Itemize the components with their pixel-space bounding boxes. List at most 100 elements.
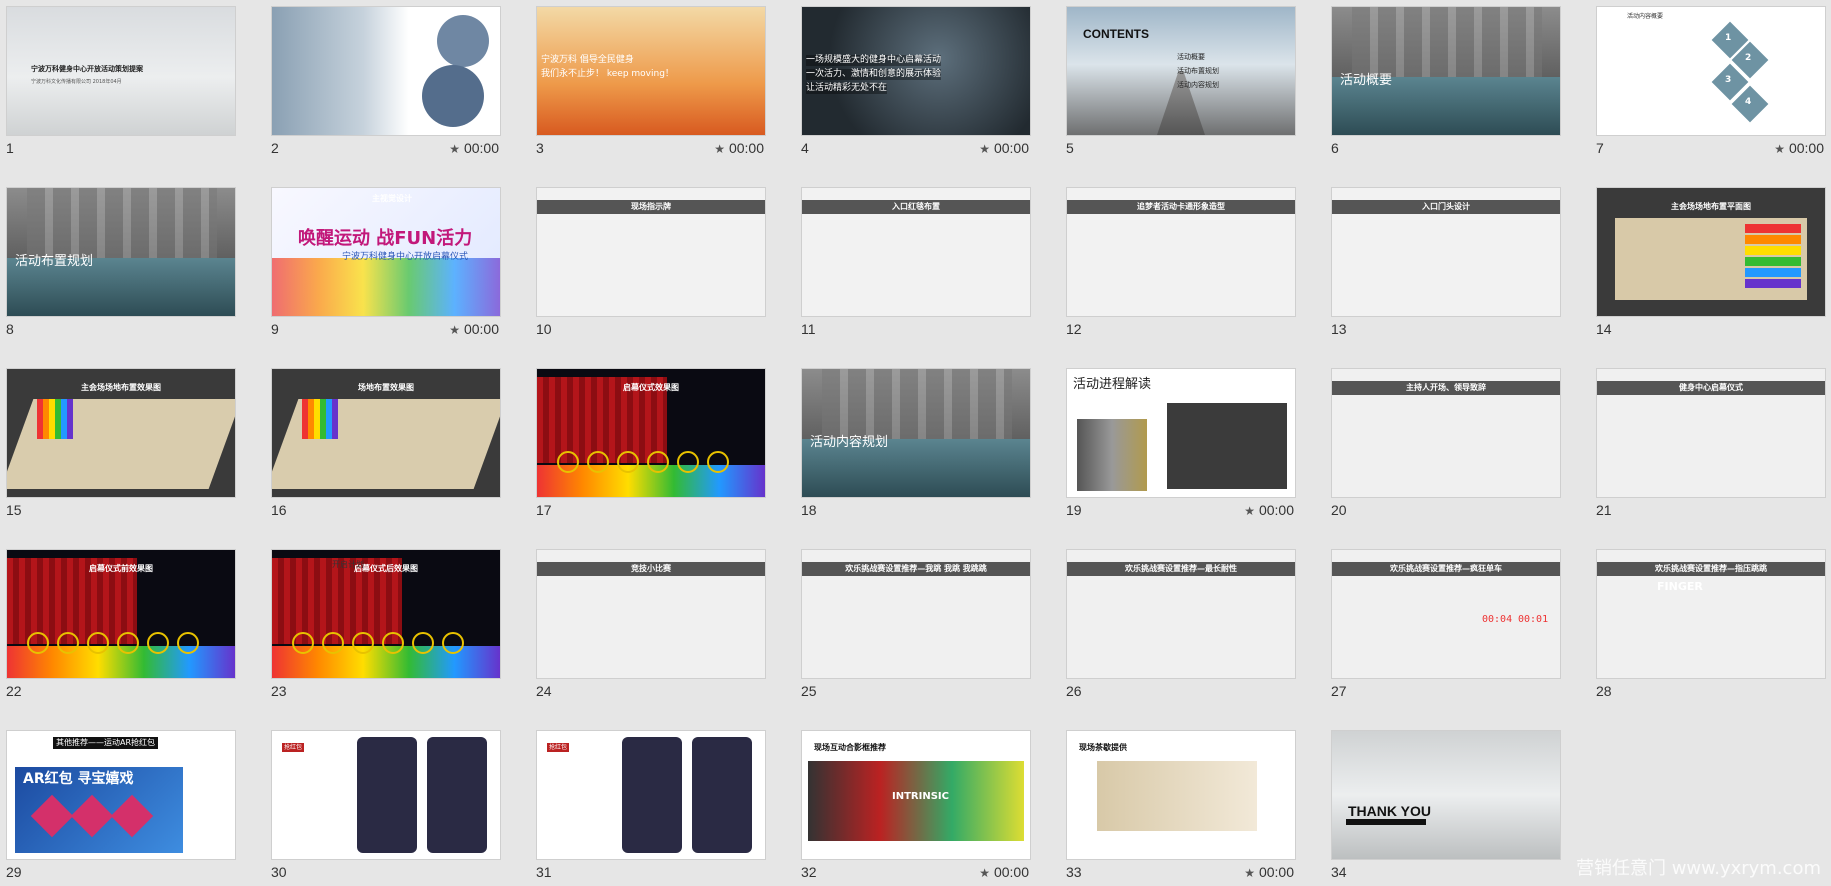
slide-title: CONTENTS [1083, 27, 1149, 41]
slide-preview[interactable] [271, 6, 501, 136]
slide-title: 活动内容规划 [810, 435, 889, 450]
slide-number: 15 [6, 502, 22, 518]
slide-preview[interactable]: 现场茶歇提供 [1066, 730, 1296, 860]
slide-content: 欢乐挑战赛设置推荐—指压跳跳 FINGER [1597, 550, 1825, 678]
slide-content: 活动进程解读 [1067, 369, 1295, 497]
slide-number: 14 [1596, 321, 1612, 337]
slide-preview[interactable]: 宁波万科 倡导全民健身 我们永不止步！ keep moving！ [536, 6, 766, 136]
slide-preview[interactable]: 活动进程解读 [1066, 368, 1296, 498]
slide-preview[interactable]: 活动概要 [1331, 6, 1561, 136]
watermark: 营销任意门 www.yxrym.com [1575, 858, 1821, 879]
slide-preview[interactable]: 欢乐挑战赛设置推荐—疯狂单车 00:04 00:01 [1331, 549, 1561, 679]
slide-preview[interactable]: 启幕仪式前效果图 [6, 549, 236, 679]
slide-title: 场地布置效果图 [358, 383, 414, 392]
transition-star-icon: ★ [979, 142, 990, 156]
slide-title: 活动概要 [1340, 73, 1393, 88]
slide-content: 活动内容概要 1 2 3 4 [1597, 7, 1825, 135]
slide-preview[interactable]: 启幕仪式效果图 [536, 368, 766, 498]
slide-preview[interactable]: 抢红包 [536, 730, 766, 860]
slide-number: 4 [801, 140, 809, 156]
slide-title: 宁波万科健身中心开放活动策划提案 [31, 65, 143, 73]
slide-preview[interactable]: 入口红毯布置 [801, 187, 1031, 317]
slide-number: 18 [801, 502, 817, 518]
slide-preview[interactable]: CONTENTS 活动概要 活动布置规划 活动内容规划 [1066, 6, 1296, 136]
slide-content: 主会场场地布置效果图 [7, 369, 235, 497]
slide-number: 12 [1066, 321, 1082, 337]
slide-preview[interactable]: 主会场场地布置效果图 [6, 368, 236, 498]
slide-preview[interactable]: 一场规模盛大的健身中心启幕活动 一次活力、激情和创意的展示体验 让活动精彩无处不在 [801, 6, 1031, 136]
slide-preview[interactable]: 其他推荐——运动AR抢红包 AR红包 寻宝嬉戏 [6, 730, 236, 860]
slide-preview[interactable]: 场地布置效果图 [271, 368, 501, 498]
slide-number: 34 [1331, 864, 1347, 880]
slide-preview[interactable]: 欢乐挑战赛设置推荐—指压跳跳 FINGER [1596, 549, 1826, 679]
transition-star-icon: ★ [1774, 142, 1785, 156]
slide-preview[interactable]: THANK YOU [1331, 730, 1561, 860]
transition-star-icon: ★ [1244, 504, 1255, 518]
slide-preview[interactable]: 抢红包 [271, 730, 501, 860]
slide-content: 主视觉设计 唤醒运动 战FUN活力 宁波万科健身中心开放启幕仪式 [272, 188, 500, 316]
slide-number: 13 [1331, 321, 1347, 337]
slide-content: 场地布置效果图 [272, 369, 500, 497]
slide-content: 活动概要 [1332, 7, 1560, 135]
slide-title: THANK YOU [1348, 803, 1431, 819]
slide-text: 我们永不止步！ keep moving！ [541, 69, 674, 79]
slide-title: 现场指示牌 [631, 202, 671, 211]
slide-number: 33 [1066, 864, 1082, 880]
slide-content: 欢乐挑战赛设置推荐—疯狂单车 00:04 00:01 [1332, 550, 1560, 678]
slide-number: 5 [1066, 140, 1074, 156]
slide-timing: ★ 00:00 [1774, 140, 1824, 156]
slide-content: 启幕仪式效果图 [537, 369, 765, 497]
slide-preview[interactable]: 现场指示牌 [536, 187, 766, 317]
slide-timing: ★ 00:00 [1244, 864, 1294, 880]
slide-timing: ★ 00:00 [714, 140, 764, 156]
slide-timing: ★ 00:00 [979, 140, 1029, 156]
slide-sorter-grid: 宁波万科健身中心开放活动策划提案 宁波万科文化传播有限公司 2018年04月 1 2 ★… [0, 0, 1831, 886]
slide-timing: ★ 00:00 [449, 321, 499, 337]
slide-preview[interactable]: 现场互动合影框推荐 INTRINSIC [801, 730, 1031, 860]
slide-preview[interactable]: 入口门头设计 [1331, 187, 1561, 317]
slide-preview[interactable]: 竞技小比赛 [536, 549, 766, 679]
slide-preview[interactable]: 主视觉设计 唤醒运动 战FUN活力 宁波万科健身中心开放启幕仪式 [271, 187, 501, 317]
slide-text: FINGER [1657, 580, 1703, 593]
slide-title: 抢红包 [282, 743, 305, 753]
slide-title: 欢乐挑战赛设置推荐—指压跳跳 [1655, 564, 1767, 573]
slide-text: 00:04 [1482, 614, 1513, 625]
slide-number: 8 [6, 321, 14, 337]
slide-number: 29 [6, 864, 22, 880]
slide-number: 2 [271, 140, 279, 156]
slide-preview[interactable]: 主会场场地布置平面图 [1596, 187, 1826, 317]
slide-title: 主会场场地布置效果图 [81, 383, 161, 392]
slide-content: 宁波万科健身中心开放活动策划提案 宁波万科文化传播有限公司 2018年04月 [7, 7, 235, 135]
slide-preview[interactable]: 启幕仪式后效果图 开启计划 [271, 549, 501, 679]
slide-title: 入口红毯布置 [892, 202, 940, 211]
slide-content: 欢乐挑战赛设置推荐—最长耐性 [1067, 550, 1295, 678]
slide-preview[interactable]: 宁波万科健身中心开放活动策划提案 宁波万科文化传播有限公司 2018年04月 [6, 6, 236, 136]
slide-title: 抢红包 [547, 743, 570, 753]
slide-preview[interactable]: 活动布置规划 [6, 187, 236, 317]
slide-number: 6 [1331, 140, 1339, 156]
slide-text: 活动布置规划 [1177, 67, 1219, 75]
slide-number: 19 [1066, 502, 1082, 518]
slide-preview[interactable]: 欢乐挑战赛设置推荐—我跳 我跳 我跳跳 [801, 549, 1031, 679]
slide-preview[interactable]: 活动内容规划 [801, 368, 1031, 498]
slide-preview[interactable]: 活动内容概要 1 2 3 4 [1596, 6, 1826, 136]
slide-timing: ★ 00:00 [1244, 502, 1294, 518]
slide-preview[interactable]: 主持人开场、领导致辞 [1331, 368, 1561, 498]
slide-preview[interactable]: 追梦者活动卡通形象造型 [1066, 187, 1296, 317]
slide-text: 00:01 [1518, 614, 1549, 625]
transition-star-icon: ★ [714, 142, 725, 156]
slide-title: 主会场场地布置平面图 [1671, 202, 1751, 211]
slide-content: 一场规模盛大的健身中心启幕活动 一次活力、激情和创意的展示体验 让活动精彩无处不在 [802, 7, 1030, 135]
slide-preview[interactable]: 欢乐挑战赛设置推荐—最长耐性 [1066, 549, 1296, 679]
slide-content: 健身中心启幕仪式 [1597, 369, 1825, 497]
slide-content: 活动内容规划 [802, 369, 1030, 497]
slide-title: 活动布置规划 [15, 254, 94, 269]
slide-timing: ★ 00:00 [979, 864, 1029, 880]
slide-content: 启幕仪式后效果图 开启计划 [272, 550, 500, 678]
slide-preview[interactable]: 健身中心启幕仪式 [1596, 368, 1826, 498]
slide-number: 24 [536, 683, 552, 699]
slide-number: 16 [271, 502, 287, 518]
slide-timing-value: 00:00 [463, 321, 499, 337]
slide-title: 启幕仪式后效果图 [354, 564, 418, 573]
slide-title: 健身中心启幕仪式 [1679, 383, 1743, 392]
